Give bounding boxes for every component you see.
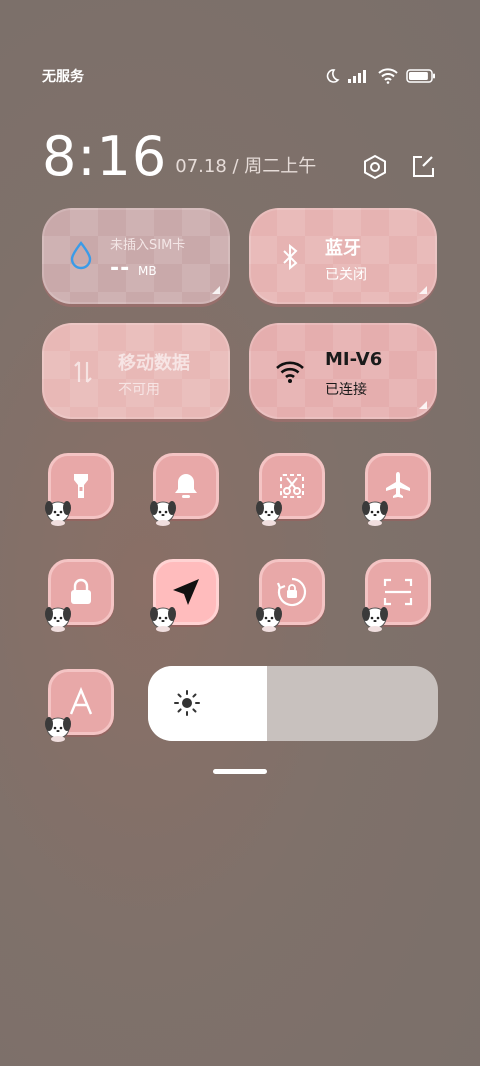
toggle-location[interactable] <box>150 559 219 632</box>
wifi-status-icon <box>378 68 398 84</box>
mobile-data-usage-tile[interactable]: 未插入SIM卡 -- MB <box>42 208 230 304</box>
data-usage-value: -- <box>110 256 131 281</box>
mobile-data-tile[interactable]: 移动数据 不可用 <box>42 323 230 419</box>
toggle-bell[interactable] <box>150 453 219 526</box>
bluetooth-icon <box>283 243 298 271</box>
moon-icon <box>326 69 340 83</box>
edit-icon[interactable] <box>410 154 436 180</box>
bluetooth-tile[interactable]: 蓝牙 已关闭 <box>249 208 437 304</box>
pochacco-sticker-icon <box>256 501 282 526</box>
expand-corner-icon <box>419 401 427 409</box>
clock-row: 8:16 07.18 / 周二上午 <box>42 122 436 186</box>
wifi-status: 已连接 <box>325 382 367 398</box>
toggle-flashlight[interactable] <box>45 453 114 526</box>
toggle-airplane[interactable] <box>362 453 431 526</box>
mobile-data-status: 不可用 <box>118 382 160 398</box>
brightness-fill <box>148 666 267 741</box>
expand-corner-icon <box>419 286 427 294</box>
signal-icon <box>348 70 366 83</box>
expand-corner-icon <box>212 286 220 294</box>
pochacco-sticker-icon <box>150 607 176 632</box>
brightness-slider[interactable] <box>148 666 438 741</box>
toggle-lock[interactable] <box>45 559 114 632</box>
pochacco-sticker-icon <box>45 501 71 526</box>
sun-icon <box>174 690 200 716</box>
pochacco-sticker-icon <box>150 501 176 526</box>
pochacco-sticker-icon <box>256 607 282 632</box>
pochacco-sticker-icon <box>362 607 388 632</box>
clock-time: 8:16 <box>42 125 168 188</box>
toggle-rotation-lock[interactable] <box>256 559 325 632</box>
pochacco-sticker-icon <box>362 501 388 526</box>
wifi-icon <box>276 361 304 383</box>
status-bar: 无服务 <box>42 62 436 90</box>
bluetooth-status: 已关闭 <box>325 267 367 283</box>
battery-icon <box>406 69 435 83</box>
carrier-label: 无服务 <box>42 69 84 85</box>
pochacco-sticker-icon <box>45 717 71 742</box>
clock-date: 07.18 / 周二上午 <box>175 156 317 177</box>
toggle-screenshot[interactable] <box>256 453 325 526</box>
status-icons <box>324 68 436 84</box>
bluetooth-title: 蓝牙 <box>325 238 361 259</box>
droplet-icon <box>70 241 92 270</box>
toggle-font[interactable] <box>45 669 114 742</box>
data-usage-unit: MB <box>138 264 157 278</box>
mobile-data-title: 移动数据 <box>118 353 190 374</box>
drag-handle[interactable] <box>213 769 267 774</box>
pochacco-sticker-icon <box>45 607 71 632</box>
toggle-scan[interactable] <box>362 559 431 632</box>
settings-icon[interactable] <box>362 154 388 180</box>
wifi-network-name: MI-V6 <box>325 349 383 370</box>
sim-status-label: 未插入SIM卡 <box>110 238 186 253</box>
data-transfer-icon <box>74 361 92 383</box>
wifi-tile[interactable]: MI-V6 已连接 <box>249 323 437 419</box>
